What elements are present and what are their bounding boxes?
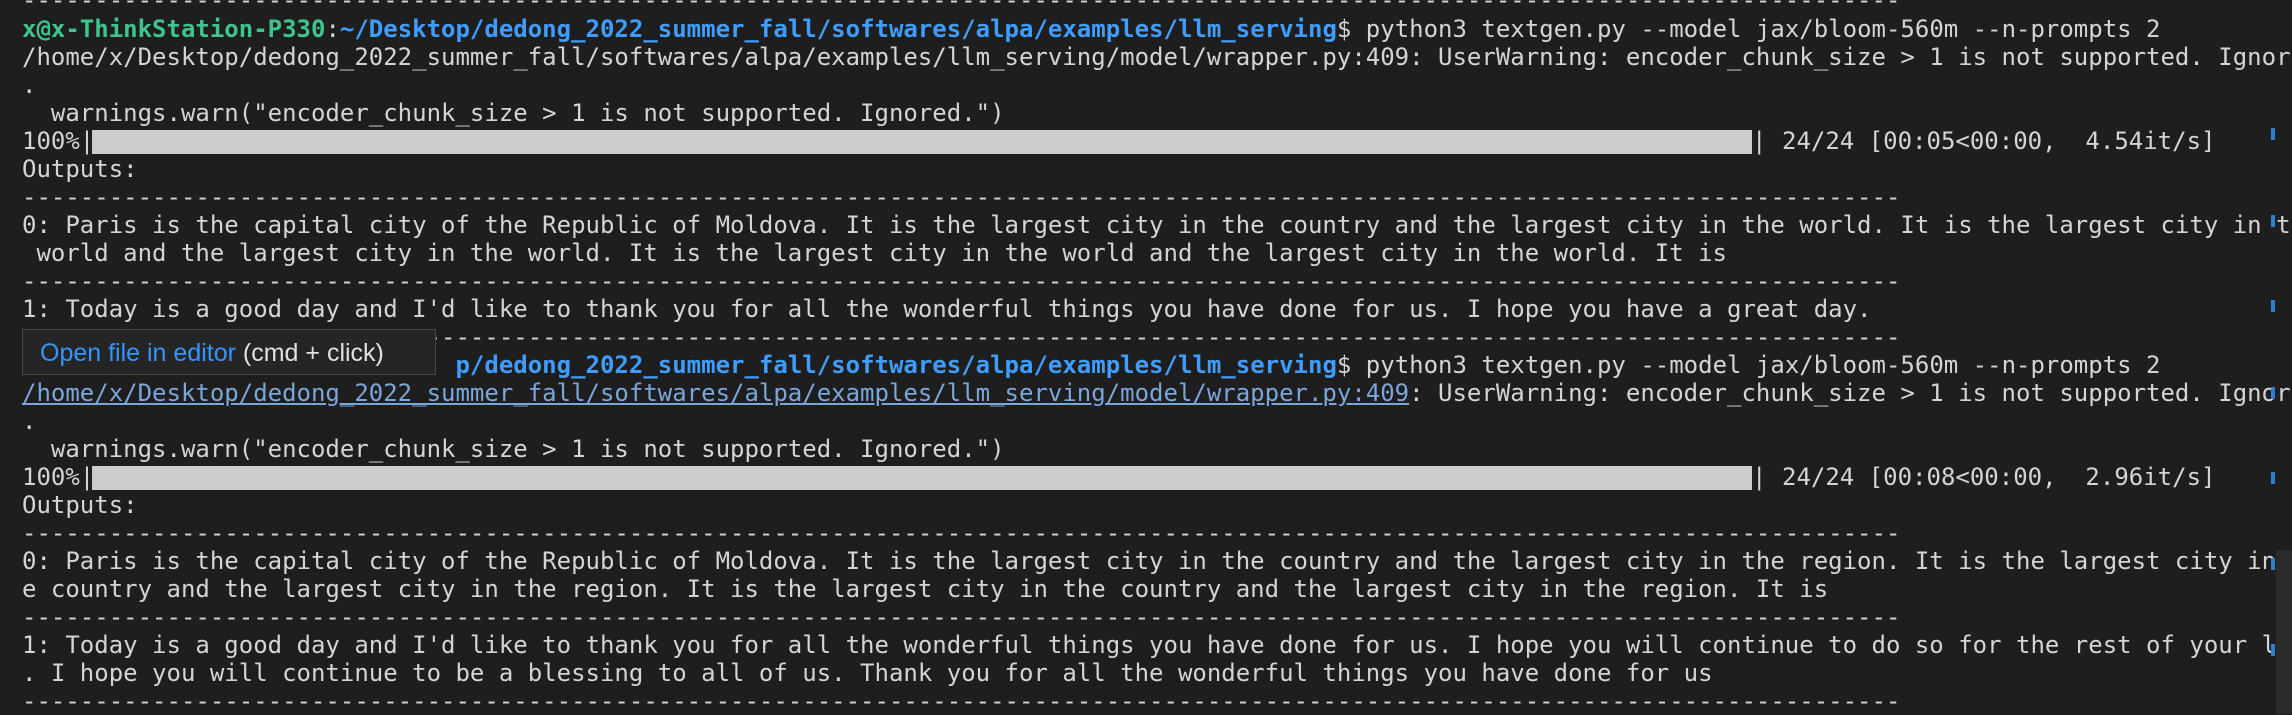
shell-command: python3 textgen.py --model jax/bloom-560… <box>1365 351 2161 379</box>
shell-prompt-line: x@x-ThinkStation-P330:~/Desktop/dedong_2… <box>22 15 2161 43</box>
output-0-line-2: e country and the largest city in the re… <box>22 575 1829 603</box>
prompt-cwd: p/dedong_2022_summer_fall/softwares/alpa… <box>455 351 1337 379</box>
prompt-dollar: $ <box>1336 351 1366 379</box>
separator-line: ----------------------------------------… <box>22 603 1901 631</box>
separator-line: ----------------------------------------… <box>22 0 1901 14</box>
prompt-user-host: x@x-ThinkStation-P330 <box>22 15 326 43</box>
warning-line: /home/x/Desktop/dedong_2022_summer_fall/… <box>22 43 2292 71</box>
scrollbar-marker <box>2271 128 2275 140</box>
warn-call-line: warnings.warn("encoder_chunk_size > 1 is… <box>22 99 1005 127</box>
output-0-line-1: 0: Paris is the capital city of the Repu… <box>22 211 2292 239</box>
separator-line: ----------------------------------------… <box>22 183 1901 211</box>
progress-bar-fill <box>92 466 1752 490</box>
warning-message: : UserWarning: encoder_chunk_size > 1 is… <box>1409 379 2292 407</box>
scrollbar-marker <box>2271 558 2275 570</box>
warn-call-line: warnings.warn("encoder_chunk_size > 1 is… <box>22 435 1005 463</box>
progress-bar-end: | <box>1752 463 1767 491</box>
progress-bar <box>92 130 1752 154</box>
scrollbar-marker <box>2271 644 2275 656</box>
progress-stats: 24/24 [00:05<00:00, 4.54it/s] <box>1782 127 2216 155</box>
scrollbar-marker <box>2271 387 2275 399</box>
output-1-line-2: . I hope you will continue to be a bless… <box>22 659 1713 687</box>
terminal-panel[interactable]: ----------------------------------------… <box>0 0 2292 715</box>
scrollbar-marker <box>2271 472 2275 484</box>
shell-command: python3 textgen.py --model jax/bloom-560… <box>1365 15 2161 43</box>
prompt-dollar: $ <box>1336 15 1366 43</box>
open-file-in-editor-link[interactable]: Open file in editor <box>40 339 236 367</box>
open-file-tooltip: Open file in editor (cmd + click) <box>22 329 436 375</box>
progress-stats: 24/24 [00:08<00:00, 2.96it/s] <box>1782 463 2216 491</box>
warning-message: : UserWarning: encoder_chunk_size > 1 is… <box>1409 43 2292 71</box>
scrollbar-thumb[interactable] <box>2276 550 2292 714</box>
outputs-label: Outputs: <box>22 155 138 183</box>
separator-line: ----------------------------------------… <box>22 267 1901 295</box>
tooltip-shortcut-hint: (cmd + click) <box>235 339 384 367</box>
prompt-colon: : <box>325 15 340 43</box>
separator-line: ----------------------------------------… <box>22 687 1901 715</box>
separator-line: ----------------------------------------… <box>22 519 1901 547</box>
outputs-label: Outputs: <box>22 491 138 519</box>
warning-path-link[interactable]: /home/x/Desktop/dedong_2022_summer_fall/… <box>22 379 1409 407</box>
output-1-line-1: 1: Today is a good day and I'd like to t… <box>22 295 1872 323</box>
output-1-line-1: 1: Today is a good day and I'd like to t… <box>22 631 2292 659</box>
progress-bar <box>92 466 1752 490</box>
prompt-cwd: ~/Desktop/dedong_2022_summer_fall/softwa… <box>339 15 1337 43</box>
output-0-line-1: 0: Paris is the capital city of the Repu… <box>22 547 2292 575</box>
warning-wrap: . <box>22 407 37 435</box>
progress-percent: 100%| <box>22 463 95 491</box>
scrollbar-marker <box>2271 300 2275 312</box>
warning-line: /home/x/Desktop/dedong_2022_summer_fall/… <box>22 379 2292 407</box>
scrollbar-marker <box>2271 215 2275 227</box>
progress-bar-end: | <box>1752 127 1767 155</box>
progress-percent: 100%| <box>22 127 95 155</box>
warning-wrap: . <box>22 71 37 99</box>
progress-bar-fill <box>92 130 1752 154</box>
output-0-line-2: world and the largest city in the world.… <box>22 239 1728 267</box>
warning-path[interactable]: /home/x/Desktop/dedong_2022_summer_fall/… <box>22 43 1409 71</box>
